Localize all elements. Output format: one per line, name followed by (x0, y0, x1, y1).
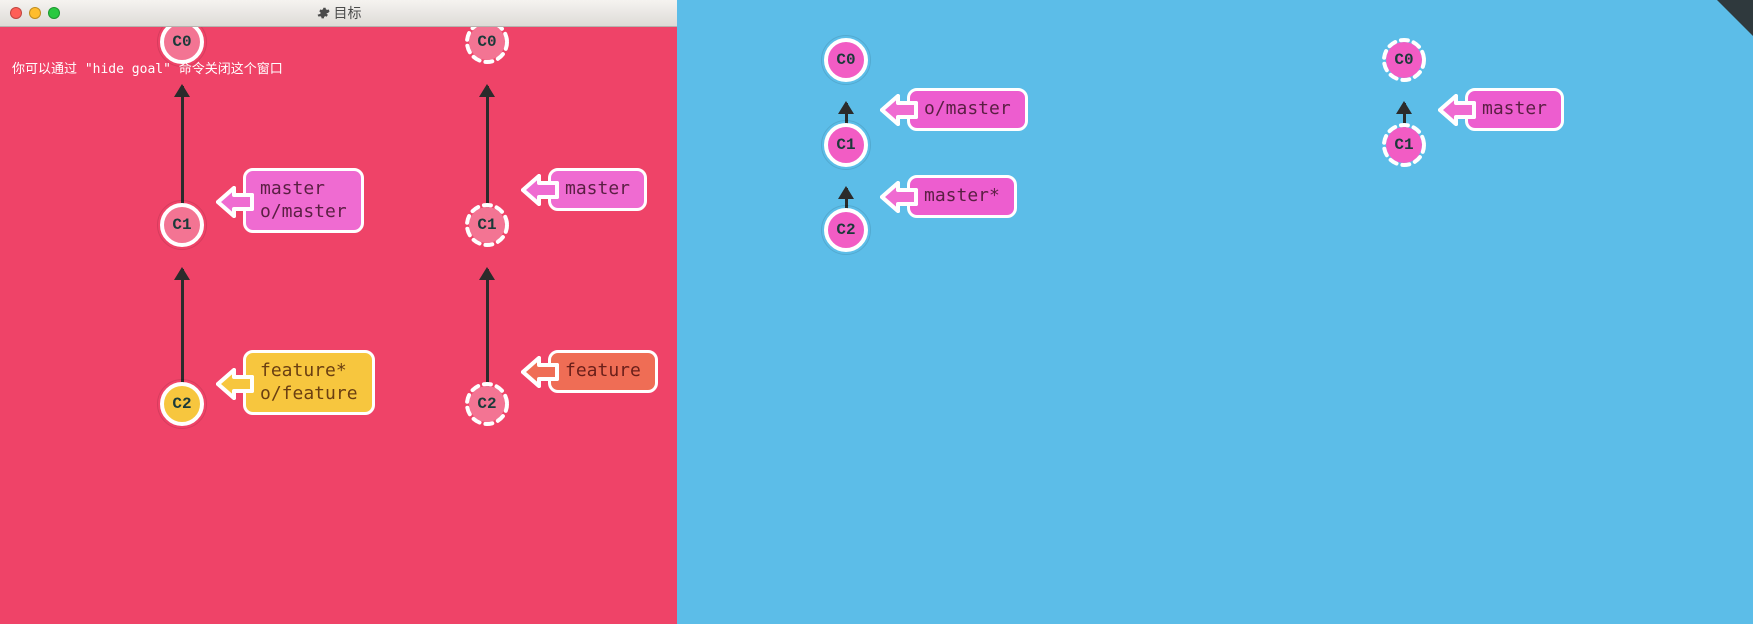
commit-node-c0[interactable]: C0 (1382, 38, 1426, 82)
commit-node-c1[interactable]: C1 (1382, 123, 1426, 167)
branch-ref-box: master (548, 168, 647, 211)
hide-goal-hint: 你可以通过 "hide goal" 命令关闭这个窗口 (12, 58, 283, 77)
branch-ref[interactable]: mastero/master (216, 168, 364, 233)
commit-node-c2[interactable]: C2 (824, 208, 868, 252)
ref-arrow-icon (880, 185, 910, 207)
work-pane (677, 0, 1753, 624)
branch-ref-box: o/master (907, 88, 1028, 131)
commit-node-c1[interactable]: C1 (824, 123, 868, 167)
branch-ref-box: mastero/master (243, 168, 364, 233)
ref-arrow-icon (216, 372, 246, 394)
branch-ref-line: o/master (260, 201, 347, 224)
commit-node-c2[interactable]: C2 (465, 382, 509, 426)
branch-ref[interactable]: master* (880, 175, 1017, 218)
ref-arrow-icon (216, 190, 246, 212)
branch-ref[interactable]: feature*o/feature (216, 350, 375, 415)
gear-icon (316, 6, 330, 20)
workspace: 目标 你可以通过 "hide goal" 命令关闭这个窗口 C0 C1 C2 mas… (0, 0, 1753, 624)
branch-ref-line: o/master (924, 98, 1011, 121)
branch-ref[interactable]: master (1438, 88, 1564, 131)
branch-ref[interactable]: master (521, 168, 647, 211)
branch-ref-line: master* (924, 185, 1000, 208)
branch-ref-box: feature*o/feature (243, 350, 375, 415)
branch-ref-line: o/feature (260, 383, 358, 406)
ref-arrow-icon (521, 360, 551, 382)
goal-window-title: 目标 (0, 3, 677, 23)
ref-arrow-icon (880, 98, 910, 120)
branch-ref[interactable]: o/master (880, 88, 1028, 131)
corner-fold-icon[interactable] (1717, 0, 1753, 36)
branch-ref-line: master (260, 178, 347, 201)
goal-window-title-text: 目标 (334, 3, 362, 23)
ref-arrow-icon (1438, 98, 1468, 120)
branch-ref-box: feature (548, 350, 658, 393)
branch-ref-line: feature (565, 360, 641, 383)
commit-node-c1[interactable]: C1 (160, 203, 204, 247)
branch-ref-line: master (1482, 98, 1547, 121)
branch-ref[interactable]: feature (521, 350, 658, 393)
branch-ref-box: master (1465, 88, 1564, 131)
commit-node-c2[interactable]: C2 (160, 382, 204, 426)
branch-ref-line: master (565, 178, 630, 201)
branch-ref-line: feature* (260, 360, 358, 383)
branch-ref-box: master* (907, 175, 1017, 218)
goal-window-titlebar[interactable]: 目标 (0, 0, 677, 27)
ref-arrow-icon (521, 178, 551, 200)
commit-node-c0[interactable]: C0 (824, 38, 868, 82)
commit-node-c1[interactable]: C1 (465, 203, 509, 247)
goal-pane: 目标 你可以通过 "hide goal" 命令关闭这个窗口 (0, 0, 677, 624)
